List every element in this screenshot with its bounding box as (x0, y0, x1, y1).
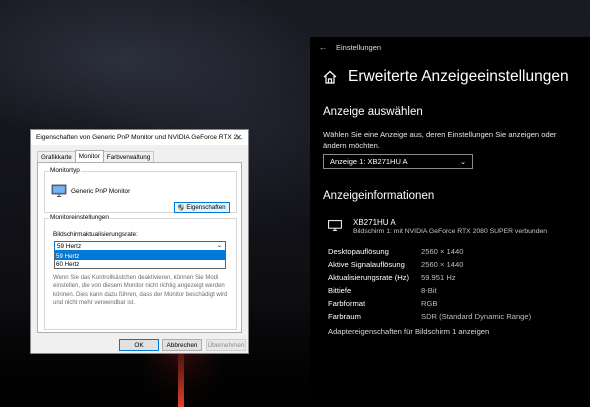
monitor-properties-label: Eigenschaften (186, 204, 226, 211)
refresh-rate-options: 59 Hertz 60 Hertz (54, 251, 226, 269)
chevron-down-icon: ⌄ (216, 243, 222, 249)
info-value: SDR (Standard Dynamic Range) (421, 312, 532, 321)
monitor-type-label: Monitortyp (49, 167, 81, 174)
adapter-properties-link[interactable]: Adaptereigenschaften für Bildschirm 1 an… (328, 327, 489, 336)
settings-titlebar: ← Einstellungen (310, 37, 590, 57)
page-header: Erweiterte Anzeigeeinstellungen (310, 68, 590, 86)
info-value: 2560 × 1440 (421, 260, 464, 269)
back-arrow-icon[interactable]: ← (310, 42, 336, 52)
monitor-settings-label: Monitoreinstellungen (49, 214, 110, 221)
monitor-icon (51, 184, 67, 197)
info-value: 59.951 Hz (421, 273, 456, 282)
info-value: RGB (421, 299, 438, 308)
info-value: 8-Bit (421, 286, 437, 295)
dialog-title: Eigenschaften von Generic PnP Monitor un… (31, 130, 248, 145)
info-row: Desktopauflösung 2560 × 1440 (328, 245, 531, 258)
ok-button[interactable]: OK (119, 339, 159, 351)
refresh-rate-option[interactable]: 60 Hertz (55, 260, 225, 268)
settings-window: ← Einstellungen Erweiterte Anzeigeeinste… (310, 37, 590, 407)
select-display-description: Wählen Sie eine Anzeige aus, deren Einst… (323, 130, 557, 150)
monitor-icon (328, 220, 342, 231)
select-display-heading: Anzeige auswählen (323, 106, 423, 118)
info-key: Aktive Signalauflösung (328, 260, 405, 269)
info-key: Farbraum (328, 312, 361, 321)
display-info-table: Desktopauflösung 2560 × 1440 Aktive Sign… (328, 245, 531, 323)
settings-window-title: Einstellungen (336, 42, 382, 52)
info-row: Aktualisierungsrate (Hz) 59.951 Hz (328, 271, 531, 284)
info-row: Farbformat RGB (328, 297, 531, 310)
refresh-rate-value: 59 Hertz (57, 242, 82, 250)
monitor-type-group: Monitortyp Generic PnP Monitor Eigenscha… (44, 167, 237, 213)
home-icon[interactable] (322, 69, 338, 85)
monitor-properties-dialog: Eigenschaften von Generic PnP Monitor un… (30, 129, 249, 354)
monitor-name: XB271HU A (353, 218, 396, 227)
close-icon[interactable]: ✕ (235, 133, 242, 142)
monitor-properties-button[interactable]: Eigenschaften (174, 202, 230, 213)
page-title: Erweiterte Anzeigeeinstellungen (348, 68, 569, 85)
refresh-rate-label: Bildschirmaktualisierungsrate: (53, 231, 138, 238)
refresh-rate-option[interactable]: 59 Hertz (55, 252, 225, 260)
info-row: Farbraum SDR (Standard Dynamic Range) (328, 310, 531, 323)
display-select-dropdown[interactable]: Anzeige 1: XB271HU A ⌄ (323, 154, 473, 169)
info-key: Aktualisierungsrate (Hz) (328, 273, 410, 282)
mode-warning-text: Wenn Sie das Kontrollkästchen deaktivier… (53, 275, 228, 306)
info-key: Desktopauflösung (328, 247, 389, 256)
monitor-connection: Bildschirm 1: mit NVIDIA GeForce RTX 208… (353, 228, 548, 235)
chevron-down-icon: ⌄ (460, 159, 466, 166)
monitor-type-name: Generic PnP Monitor (71, 188, 131, 195)
cancel-button[interactable]: Abbrechen (162, 339, 202, 351)
info-row: Aktive Signalauflösung 2560 × 1440 (328, 258, 531, 271)
display-info-heading: Anzeigeinformationen (323, 190, 435, 202)
display-select-value: Anzeige 1: XB271HU A (330, 157, 408, 166)
monitor-info-row: XB271HU A Bildschirm 1: mit NVIDIA GeFor… (328, 218, 547, 235)
monitor-tab-panel: Monitortyp Generic PnP Monitor Eigenscha… (37, 162, 242, 333)
shield-icon (178, 204, 185, 211)
apply-button[interactable]: Übernehmen (206, 339, 246, 351)
info-key: Bittiefe (328, 286, 352, 295)
info-key: Farbformat (328, 299, 366, 308)
info-row: Bittiefe 8-Bit (328, 284, 531, 297)
refresh-rate-select[interactable]: 59 Hertz ⌄ (54, 241, 226, 251)
info-value: 2560 × 1440 (421, 247, 464, 256)
monitor-settings-group: Monitoreinstellungen Bildschirmaktualisi… (44, 214, 237, 330)
